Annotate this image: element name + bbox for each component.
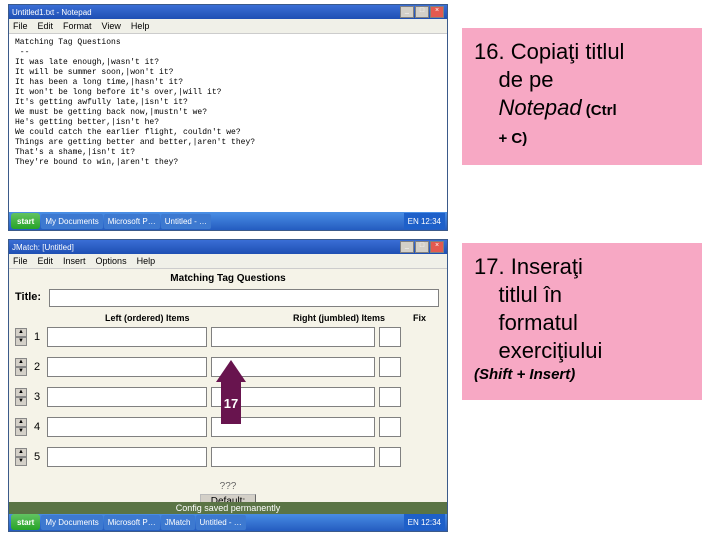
close-button[interactable]: × <box>430 6 444 18</box>
taskbar-item[interactable]: Untitled - … <box>196 515 246 530</box>
row-down-button[interactable]: ▼ <box>15 367 27 376</box>
step-number: 17. <box>474 254 505 279</box>
system-tray[interactable]: EN 12:34 <box>404 213 445 229</box>
arrow-label: 17 <box>221 382 241 424</box>
left-item-input[interactable] <box>47 447 207 467</box>
fix-column-header: Fix <box>413 313 426 323</box>
row-number: 1 <box>31 331 43 343</box>
menu-insert[interactable]: Insert <box>63 256 86 266</box>
left-column-header: Left (ordered) Items <box>105 313 190 323</box>
taskbar-item[interactable]: Untitled - … <box>161 214 211 229</box>
step-text: exerciţiului <box>498 338 602 363</box>
instruction-step-16: 16. Copiaţi titlul de pe Notepad (Ctrl +… <box>462 28 702 165</box>
arrow-callout: 17 <box>216 360 246 426</box>
fix-checkbox[interactable] <box>379 357 401 377</box>
match-row: ▲▼ 5 <box>15 447 439 467</box>
notepad-window: Untitled1.txt - Notepad _ □ × File Edit … <box>8 4 448 231</box>
row-up-button[interactable]: ▲ <box>15 418 27 427</box>
left-item-input[interactable] <box>47 327 207 347</box>
menu-help[interactable]: Help <box>131 21 150 31</box>
shortcut-text: (Ctrl <box>582 102 617 119</box>
taskbar-item[interactable]: My Documents <box>41 214 102 229</box>
row-up-button[interactable]: ▲ <box>15 448 27 457</box>
row-number: 3 <box>31 391 43 403</box>
start-button[interactable]: start <box>11 514 40 530</box>
menu-file[interactable]: File <box>13 256 28 266</box>
step-text: de pe <box>498 67 553 92</box>
row-down-button[interactable]: ▼ <box>15 427 27 436</box>
shortcut-text: (Shift + Insert) <box>474 366 575 383</box>
fix-checkbox[interactable] <box>379 447 401 467</box>
row-number: 5 <box>31 451 43 463</box>
status-bar: Config saved permanently <box>9 502 447 514</box>
notepad-titlebar: Untitled1.txt - Notepad _ □ × <box>9 5 447 19</box>
step-text: formatul <box>498 310 577 335</box>
system-tray[interactable]: EN 12:34 <box>404 514 445 530</box>
row-number: 4 <box>31 421 43 433</box>
taskbar-top: start My Documents Microsoft P… Untitled… <box>9 212 447 230</box>
taskbar-item[interactable]: JMatch <box>161 515 195 530</box>
step-text: Inseraţi <box>511 254 583 279</box>
row-number: 2 <box>31 361 43 373</box>
arrow-up-icon <box>216 360 246 382</box>
row-up-button[interactable]: ▲ <box>15 358 27 367</box>
row-up-button[interactable]: ▲ <box>15 328 27 337</box>
start-button[interactable]: start <box>11 213 40 229</box>
taskbar-item[interactable]: Microsoft P… <box>104 214 160 229</box>
minimize-button[interactable]: _ <box>400 6 414 18</box>
left-item-input[interactable] <box>47 417 207 437</box>
step-text: Copiaţi titlul <box>511 39 625 64</box>
row-down-button[interactable]: ▼ <box>15 337 27 346</box>
left-item-input[interactable] <box>47 357 207 377</box>
menu-help[interactable]: Help <box>137 256 156 266</box>
app-name: Notepad <box>498 95 581 120</box>
fix-checkbox[interactable] <box>379 417 401 437</box>
menu-edit[interactable]: Edit <box>38 256 54 266</box>
close-button[interactable]: × <box>430 241 444 253</box>
row-down-button[interactable]: ▼ <box>15 397 27 406</box>
row-down-button[interactable]: ▼ <box>15 457 27 466</box>
placeholder-text: ??? <box>9 481 447 492</box>
step-text: titlul în <box>498 282 562 307</box>
title-input[interactable] <box>49 289 439 307</box>
menu-file[interactable]: File <box>13 21 28 31</box>
minimize-button[interactable]: _ <box>400 241 414 253</box>
shortcut-text: + C) <box>498 130 527 147</box>
notepad-textarea[interactable]: Matching Tag Questions -- It was late en… <box>9 34 447 212</box>
taskbar-item[interactable]: My Documents <box>41 515 102 530</box>
row-up-button[interactable]: ▲ <box>15 388 27 397</box>
jmatch-title: JMatch: [Untitled] <box>12 243 400 252</box>
menu-format[interactable]: Format <box>63 21 92 31</box>
menu-edit[interactable]: Edit <box>38 21 54 31</box>
taskbar-bottom: start My Documents Microsoft P… JMatch U… <box>9 513 447 531</box>
right-item-input[interactable] <box>211 327 375 347</box>
step-number: 16. <box>474 39 505 64</box>
maximize-button[interactable]: □ <box>415 241 429 253</box>
match-row: ▲▼ 1 <box>15 327 439 347</box>
fix-checkbox[interactable] <box>379 327 401 347</box>
jmatch-titlebar: JMatch: [Untitled] _ □ × <box>9 240 447 254</box>
maximize-button[interactable]: □ <box>415 6 429 18</box>
notepad-menubar: File Edit Format View Help <box>9 19 447 34</box>
jmatch-menubar: File Edit Insert Options Help <box>9 254 447 269</box>
instruction-step-17: 17. Inseraţi titlul în formatul exerciţi… <box>462 243 702 400</box>
left-item-input[interactable] <box>47 387 207 407</box>
menu-view[interactable]: View <box>102 21 121 31</box>
menu-options[interactable]: Options <box>96 256 127 266</box>
taskbar-item[interactable]: Microsoft P… <box>104 515 160 530</box>
fix-checkbox[interactable] <box>379 387 401 407</box>
right-item-input[interactable] <box>211 447 375 467</box>
exercise-heading: Matching Tag Questions <box>9 273 447 284</box>
notepad-title: Untitled1.txt - Notepad <box>12 8 400 17</box>
right-column-header: Right (jumbled) Items <box>293 313 385 323</box>
title-label: Title: <box>15 291 41 303</box>
